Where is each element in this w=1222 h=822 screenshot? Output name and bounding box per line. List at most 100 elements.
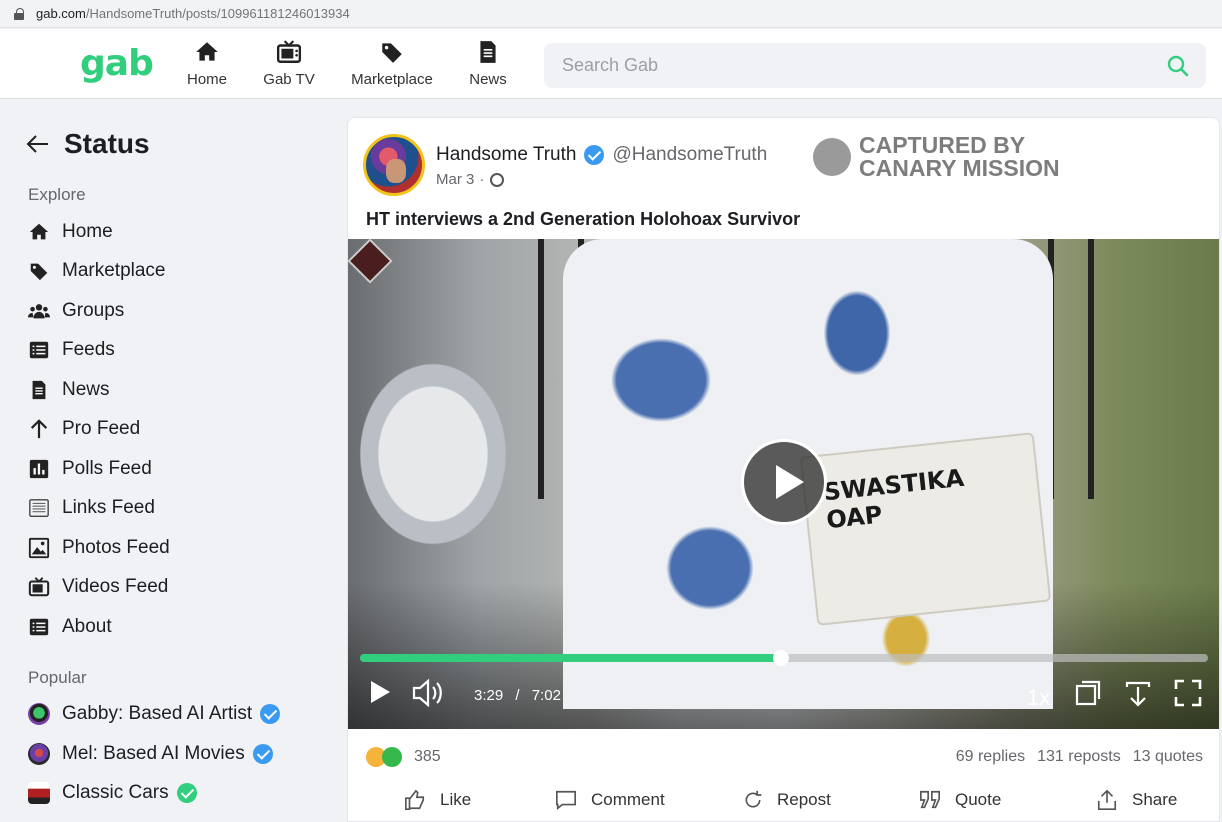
sidebar: Status Explore Home Marketplace Groups F…: [0, 100, 340, 822]
nav-gab-tv-label: Gab TV: [263, 71, 315, 88]
links-icon: [29, 499, 49, 517]
volume-icon[interactable]: [412, 679, 446, 707]
reactions-summary[interactable]: 385: [366, 747, 441, 767]
quote-icon: [920, 790, 940, 809]
sidebar-item-polls-feed[interactable]: Polls Feed: [28, 454, 152, 484]
sidebar-item-home[interactable]: Home: [28, 217, 113, 247]
post-text: HT interviews a 2nd Generation Holohoax …: [366, 209, 801, 229]
sidebar-item-label: About: [62, 616, 112, 637]
sidebar-item-news[interactable]: News: [28, 375, 110, 405]
canary-logo-icon: [813, 138, 851, 176]
comment-icon: [556, 790, 576, 810]
sidebar-item-videos-feed[interactable]: Videos Feed: [28, 572, 168, 602]
time-separator: /: [515, 687, 520, 704]
verified-badge-icon: [260, 704, 281, 724]
quotes-count[interactable]: 13 quotes: [1133, 748, 1203, 766]
avatar: [28, 743, 50, 765]
video-soap-box: SWASTIKA OAP: [799, 432, 1052, 626]
search-input[interactable]: [562, 55, 1142, 76]
top-nav: gab Home Gab TV Marketplace News: [0, 29, 1222, 99]
post-card: Handsome Truth @HandsomeTruth Mar 3 · CA…: [347, 117, 1220, 822]
popular-item-label: Classic Cars: [62, 782, 169, 803]
search-icon[interactable]: [1166, 54, 1190, 78]
gab-logo[interactable]: gab: [80, 43, 154, 84]
fullscreen-icon[interactable]: [1174, 679, 1202, 707]
avatar: [28, 782, 50, 804]
tag-icon: [382, 43, 402, 63]
lock-icon: [14, 7, 24, 20]
author-name[interactable]: Handsome Truth: [436, 144, 576, 166]
popular-title: Popular: [28, 668, 87, 687]
quote-button[interactable]: Quote: [919, 786, 1001, 814]
home-icon: [196, 42, 218, 61]
popular-item-gabby[interactable]: Gabby: Based AI Artist: [28, 699, 281, 729]
nav-gab-tv[interactable]: Gab TV: [263, 37, 315, 88]
picture-in-picture-icon[interactable]: [1074, 679, 1102, 707]
big-play-button[interactable]: [741, 439, 827, 525]
popular-item-label: Mel: Based AI Movies: [62, 743, 245, 764]
popular-item-mel[interactable]: Mel: Based AI Movies: [28, 739, 273, 769]
post-meta: Mar 3 ·: [436, 171, 505, 188]
url-path: /HandsomeTruth/posts/109961181246013934: [85, 6, 350, 21]
video-time: 3:29 / 7:02: [474, 687, 561, 704]
address-bar[interactable]: gab.com/HandsomeTruth/posts/109961181246…: [0, 0, 1222, 28]
sidebar-item-label: Groups: [62, 300, 125, 321]
sidebar-item-label: Marketplace: [62, 260, 166, 281]
watermark-line-2: CANARY MISSION: [859, 155, 1060, 181]
pepe-reaction-icon: [382, 747, 402, 767]
sidebar-item-photos-feed[interactable]: Photos Feed: [28, 533, 170, 563]
share-button[interactable]: Share: [1096, 786, 1177, 814]
tag-icon: [30, 263, 48, 281]
sidebar-item-label: Feeds: [62, 339, 115, 360]
post-date[interactable]: Mar 3: [436, 171, 474, 188]
sidebar-item-groups[interactable]: Groups: [28, 296, 124, 326]
duration: 7:02: [531, 687, 561, 704]
globe-icon: [490, 172, 505, 187]
thumbs-up-icon: [405, 789, 425, 810]
search-bar: [544, 43, 1206, 88]
back-arrow-icon[interactable]: [26, 132, 50, 156]
like-label: Like: [440, 790, 472, 809]
reaction-count: 385: [414, 748, 441, 765]
repost-button[interactable]: Repost: [743, 786, 831, 814]
comment-button[interactable]: Comment: [555, 786, 665, 814]
nav-news[interactable]: News: [469, 37, 507, 88]
tv-icon: [276, 40, 302, 63]
popular-item-label: Gabby: Based AI Artist: [62, 703, 253, 724]
arrow-up-icon: [30, 419, 48, 439]
sidebar-item-links-feed[interactable]: Links Feed: [28, 493, 155, 523]
verified-badge-icon: [584, 145, 605, 165]
image-icon: [28, 537, 50, 559]
sidebar-item-label: News: [62, 379, 110, 400]
playback-speed-button[interactable]: 1x: [1027, 685, 1050, 711]
sidebar-item-marketplace[interactable]: Marketplace: [28, 256, 166, 286]
nav-home[interactable]: Home: [187, 37, 227, 88]
reposts-count[interactable]: 131 reposts: [1037, 748, 1121, 766]
repost-icon: [745, 790, 762, 808]
video-player[interactable]: SWASTIKA OAP 3:29 / 7:02 1x: [348, 239, 1219, 729]
nav-marketplace[interactable]: Marketplace: [350, 37, 434, 88]
comment-label: Comment: [591, 790, 665, 809]
watermark-line-1: CAPTURED BY: [859, 132, 1026, 158]
sidebar-item-pro-feed[interactable]: Pro Feed: [28, 414, 140, 444]
author-handle[interactable]: @HandsomeTruth: [612, 144, 767, 166]
post-author: Handsome Truth @HandsomeTruth: [436, 144, 767, 166]
like-button[interactable]: Like: [404, 786, 471, 814]
sidebar-item-about[interactable]: About: [28, 612, 112, 642]
play-icon[interactable]: [368, 679, 392, 705]
sidebar-item-label: Videos Feed: [62, 576, 169, 597]
progress-handle[interactable]: [772, 650, 789, 666]
author-avatar[interactable]: [363, 134, 425, 196]
avatar: [28, 703, 50, 725]
sidebar-item-label: Pro Feed: [62, 418, 141, 439]
download-icon[interactable]: [1124, 679, 1152, 709]
replies-count[interactable]: 69 replies: [956, 748, 1025, 766]
explore-title: Explore: [28, 185, 86, 204]
sidebar-item-label: Links Feed: [62, 497, 155, 518]
quote-label: Quote: [955, 790, 1002, 809]
video-hand: [348, 349, 518, 559]
sidebar-item-feeds[interactable]: Feeds: [28, 335, 115, 365]
share-icon: [1097, 789, 1117, 810]
popular-item-classic-cars[interactable]: Classic Cars: [28, 778, 197, 808]
video-progress-bar[interactable]: [360, 650, 1208, 666]
